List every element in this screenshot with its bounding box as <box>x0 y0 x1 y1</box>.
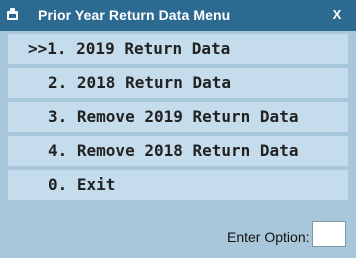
menu-item-exit[interactable]: 0. Exit <box>8 170 348 200</box>
app-icon <box>7 8 18 20</box>
title-bar: Prior Year Return Data Menu X <box>0 0 356 31</box>
menu-list: >>1. 2019 Return Data 2. 2018 Return Dat… <box>8 34 348 204</box>
option-input[interactable] <box>312 221 346 247</box>
enter-option-label: Enter Option: <box>227 229 310 245</box>
menu-item-remove-2019-return-data[interactable]: 3. Remove 2019 Return Data <box>8 102 348 132</box>
menu-item-2018-return-data[interactable]: 2. 2018 Return Data <box>8 68 348 98</box>
window-title: Prior Year Return Data Menu <box>38 7 231 23</box>
menu-item-remove-2018-return-data[interactable]: 4. Remove 2018 Return Data <box>8 136 348 166</box>
menu-item-2019-return-data[interactable]: >>1. 2019 Return Data <box>8 34 348 64</box>
menu-window: Prior Year Return Data Menu X >>1. 2019 … <box>0 0 356 258</box>
close-button[interactable]: X <box>326 5 348 25</box>
